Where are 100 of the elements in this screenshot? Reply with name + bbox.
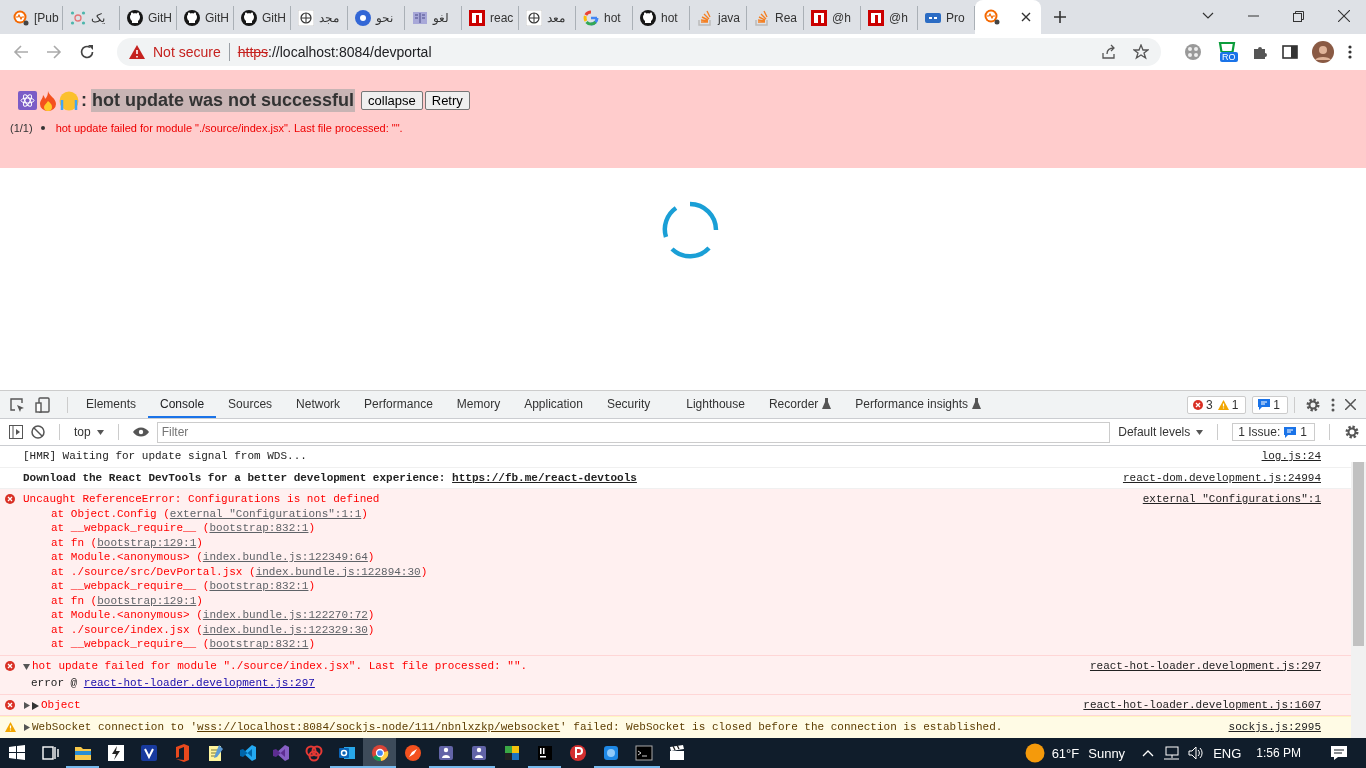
source-link[interactable]: log.js:24 (1241, 449, 1321, 464)
stack-link[interactable]: bootstrap:129:1 (97, 536, 197, 549)
browser-tab[interactable]: hot (576, 6, 633, 30)
eye-icon[interactable] (132, 427, 149, 437)
browser-tab[interactable]: لغو (405, 6, 462, 30)
browser-tab[interactable]: hot (633, 6, 690, 30)
stack-link[interactable]: bootstrap:832:1 (209, 522, 309, 534)
warning-icon (5, 722, 16, 732)
browser-tab[interactable]: @h (861, 6, 918, 30)
volume-icon[interactable] (1188, 746, 1205, 760)
issue-counter[interactable]: 3 1 (1186, 395, 1247, 414)
stack-link[interactable]: index.bundle.js:122329:30 (202, 623, 368, 636)
stack-link[interactable]: bootstrap:832:1 (209, 580, 309, 592)
stack-line: at __webpack_require__ (bootstrap:832:1) (50, 637, 317, 652)
security-label[interactable]: Not secure (153, 44, 221, 60)
stack-link[interactable]: bootstrap:832:1 (209, 638, 309, 650)
browser-tab[interactable]: GitH (234, 6, 291, 30)
collapsed-triangle-icon[interactable] (23, 701, 30, 709)
collapsed-triangle-icon[interactable] (32, 701, 39, 710)
devtools-tab[interactable]: Performance (352, 391, 445, 418)
devtools-tab[interactable]: Application (512, 391, 595, 418)
more-icon[interactable] (1331, 397, 1335, 412)
banner-button[interactable]: collapse (361, 91, 423, 110)
message-link[interactable]: wss://localhost:8084/sockjs-node/111/nbnlxzkp/websocket (197, 721, 561, 733)
message-link[interactable]: https://fb.me/react-devtools (452, 471, 637, 484)
clock[interactable]: 1:56 PM (1256, 746, 1301, 760)
error-icon (5, 494, 16, 504)
browser-tab[interactable]: java (690, 6, 747, 30)
close-icon[interactable] (1345, 399, 1356, 410)
github-icon (640, 10, 656, 26)
filter-field[interactable]: Filter (156, 421, 1111, 443)
stack-link[interactable]: index.bundle.js:122270:72 (202, 609, 368, 621)
weather-text[interactable]: Sunny (1088, 745, 1126, 761)
browser-tab[interactable]: نحو (348, 6, 405, 30)
chevron-up-icon[interactable] (1142, 749, 1155, 757)
issues-button[interactable]: 1 Issue: 1 (1232, 423, 1315, 441)
close-icon[interactable] (1021, 12, 1031, 22)
network-icon[interactable] (1163, 746, 1180, 760)
close-icon[interactable] (1338, 10, 1350, 22)
browser-tab[interactable]: یک (63, 6, 120, 30)
message-counter[interactable]: 1 (1252, 395, 1288, 414)
reload-icon[interactable] (79, 44, 95, 60)
collapsed-triangle-icon[interactable] (23, 724, 30, 731)
browser-tab[interactable]: reac (462, 6, 519, 30)
source-link[interactable]: react-hot-loader.development.js:1607 (1063, 697, 1321, 712)
source-link[interactable]: external "Configurations":1 (1122, 492, 1321, 507)
scrollbar[interactable] (1351, 462, 1366, 738)
github-icon (184, 10, 200, 26)
side-panel-icon[interactable] (1281, 44, 1298, 60)
chevron-down-icon[interactable] (1202, 12, 1214, 20)
expanded-triangle-icon[interactable] (23, 662, 30, 670)
banner-button[interactable]: Retry (424, 91, 470, 110)
context-dropdown[interactable]: top (74, 425, 104, 439)
browser-tab[interactable]: GitH (120, 6, 177, 30)
stack-link[interactable]: bootstrap:129:1 (97, 594, 197, 607)
source-link[interactable]: sockjs.js:2995 (1208, 720, 1321, 735)
source-link[interactable]: react-hot-loader.development.js:297 (1069, 658, 1321, 673)
sun-icon[interactable] (1024, 743, 1045, 763)
browser-tab[interactable]: @h (804, 6, 861, 30)
temperature-text[interactable]: 61°F (1051, 745, 1080, 761)
browser-tab[interactable]: Rea (747, 6, 804, 30)
language-indicator[interactable]: ENG (1213, 745, 1242, 761)
inspect-icon[interactable] (9, 396, 25, 413)
browser-tab[interactable]: معد (519, 6, 576, 30)
restore-icon[interactable] (1293, 10, 1304, 22)
devtools-tab[interactable]: Memory (444, 391, 513, 418)
stack-link[interactable]: external "Configurations":1:1 (169, 507, 362, 520)
source-link[interactable]: react-dom.development.js:24994 (1102, 470, 1321, 485)
detail-link[interactable]: react-hot-loader.development.js:297 (83, 677, 315, 689)
device-toolbar-icon[interactable] (35, 396, 51, 413)
devtools-tab[interactable]: Network (284, 391, 353, 418)
settings-icon[interactable] (1305, 396, 1321, 413)
bookmark-star-icon[interactable] (1133, 44, 1149, 60)
stack-link[interactable]: index.bundle.js:122894:30 (255, 565, 421, 578)
sidebar-toggle-icon[interactable] (9, 425, 23, 439)
new-tab-icon[interactable] (1053, 10, 1067, 24)
address-field[interactable]: Not secure https://localhost:8084/devportal (117, 38, 1161, 66)
devtools-tab[interactable]: Performance insights (843, 391, 994, 418)
warning-count: 1 (1231, 397, 1239, 412)
devtools-tab[interactable]: Lighthouse (674, 391, 757, 418)
share-icon[interactable] (1101, 44, 1117, 60)
devtools-tab[interactable]: Elements (74, 391, 149, 418)
puzzle-icon[interactable] (1251, 44, 1268, 60)
stack-link[interactable]: index.bundle.js:122349:64 (202, 551, 368, 563)
browser-tab[interactable]: مجد (291, 6, 348, 30)
devtools-tab[interactable]: Sources (216, 391, 285, 418)
devtools-tab[interactable]: Security (594, 391, 663, 418)
notifications-icon[interactable] (1330, 745, 1348, 761)
more-icon[interactable] (1347, 44, 1352, 60)
settings-icon[interactable] (1344, 424, 1360, 440)
browser-tab[interactable]: [Pub (6, 6, 63, 30)
clear-console-icon[interactable] (31, 425, 45, 439)
stack-line: at Module.<anonymous> (index.bundle.js:122270:72) (50, 608, 376, 623)
extension-icon[interactable] (1217, 42, 1236, 52)
devtools-tab[interactable]: Recorder (756, 391, 844, 418)
taskbar-button[interactable] (363, 738, 396, 768)
browser-tab[interactable]: GitH (177, 6, 234, 30)
levels-dropdown[interactable]: Default levels (1118, 425, 1204, 439)
film-reel-icon[interactable] (1184, 43, 1202, 61)
avatar-icon[interactable] (1311, 41, 1334, 63)
